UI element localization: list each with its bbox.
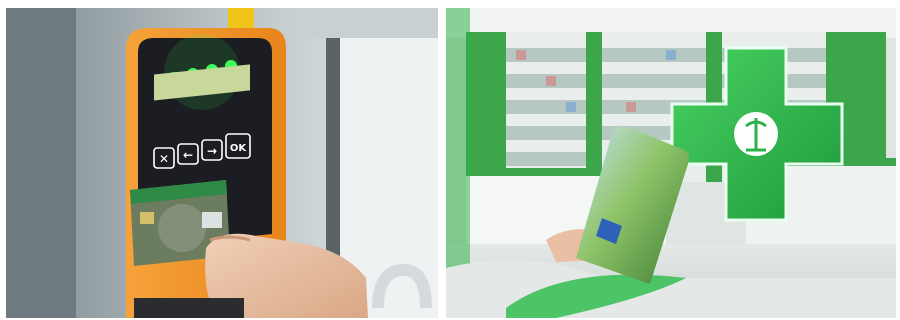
ok-button-glyph: OK — [230, 143, 248, 154]
cancel-button-glyph: ✕ — [159, 152, 169, 166]
back-button-glyph: ← — [183, 148, 193, 162]
validator-scene: ✕ ← → OK — [6, 8, 438, 318]
bus-wall — [6, 8, 76, 318]
pharmacy-scene — [446, 8, 896, 318]
forward-button-glyph: → — [207, 144, 217, 158]
pharmacy-photo — [446, 8, 896, 318]
validator-photo: ✕ ← → OK — [6, 8, 438, 318]
